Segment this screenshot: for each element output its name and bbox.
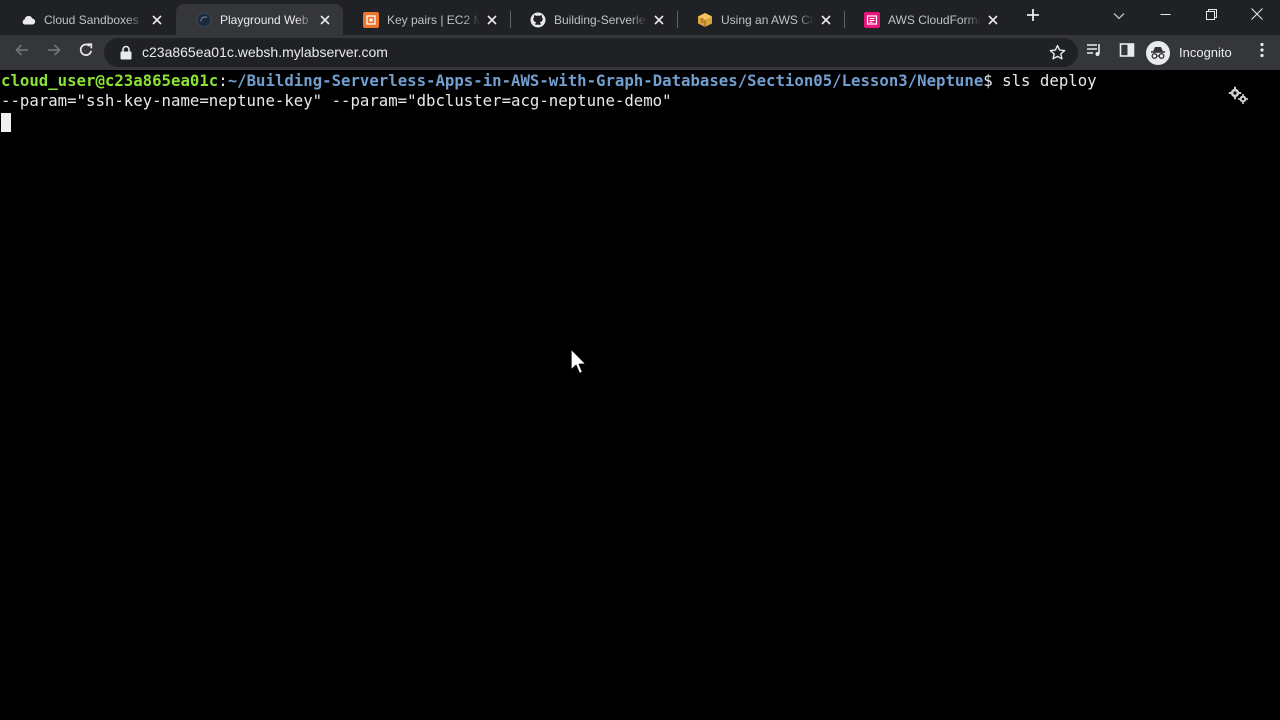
side-panel-icon bbox=[1119, 42, 1135, 63]
browser-window: Cloud Sandboxes - Playground Web Te Key … bbox=[0, 0, 1280, 720]
close-icon[interactable] bbox=[985, 12, 1001, 28]
minimize-icon bbox=[1160, 7, 1171, 25]
cloud-icon bbox=[20, 12, 36, 28]
close-icon[interactable] bbox=[149, 12, 165, 28]
terminal-tab-icon bbox=[196, 12, 212, 28]
reading-list-button[interactable] bbox=[1081, 38, 1109, 66]
tab-building-serverless-github[interactable]: Building-Serverless bbox=[510, 4, 677, 35]
tab-title: Playground Web Te bbox=[220, 12, 313, 27]
tab-using-aws-cloud[interactable]: Using an AWS Clou bbox=[677, 4, 844, 35]
prompt-path: ~/Building-Serverless-Apps-in-AWS-with-G… bbox=[227, 70, 984, 90]
prompt-user-host: cloud_user@c23a865ea01c bbox=[1, 70, 219, 90]
tab-search-button[interactable] bbox=[1096, 0, 1142, 32]
close-icon[interactable] bbox=[317, 12, 333, 28]
back-button[interactable] bbox=[8, 38, 36, 66]
github-icon bbox=[530, 12, 546, 28]
command-text: sls deploy bbox=[1002, 70, 1097, 90]
incognito-profile-button[interactable]: Incognito bbox=[1146, 39, 1232, 66]
mouse-pointer-icon bbox=[570, 348, 588, 375]
tab-strip: Cloud Sandboxes - Playground Web Te Key … bbox=[0, 0, 1280, 35]
tab-title: Building-Serverless bbox=[554, 12, 647, 27]
close-icon[interactable] bbox=[484, 12, 500, 28]
tab-title: AWS CloudFormatio bbox=[888, 12, 981, 27]
arrow-left-icon bbox=[14, 42, 30, 63]
terminal-settings-gear-icon[interactable] bbox=[1227, 86, 1251, 106]
tab-title: Using an AWS Clou bbox=[721, 12, 814, 27]
terminal-line: --param="ssh-key-name=neptune-key" --par… bbox=[1, 91, 1280, 112]
aws-cloudformation-icon bbox=[864, 11, 880, 28]
terminal-cursor bbox=[1, 112, 11, 132]
close-icon bbox=[1251, 7, 1263, 25]
lock-icon[interactable] bbox=[119, 45, 133, 60]
close-window-button[interactable] bbox=[1234, 0, 1280, 32]
tab-playground-web-terminal[interactable]: Playground Web Te bbox=[176, 4, 343, 35]
terminal-line: cloud_user@c23a865ea01c:~/Building-Serve… bbox=[1, 71, 1280, 92]
tab-title: Cloud Sandboxes - bbox=[44, 12, 145, 27]
arrow-right-icon bbox=[46, 42, 62, 63]
close-icon[interactable] bbox=[651, 12, 667, 28]
kebab-menu-icon bbox=[1260, 42, 1264, 63]
aws-box-icon bbox=[697, 12, 713, 28]
tab-cloud-sandboxes[interactable]: Cloud Sandboxes - bbox=[0, 4, 175, 35]
address-bar[interactable]: c23a865ea01c.websh.mylabserver.com bbox=[104, 38, 1078, 67]
close-icon[interactable] bbox=[818, 12, 834, 28]
prompt-separator: : bbox=[218, 70, 228, 90]
incognito-label: Incognito bbox=[1179, 45, 1232, 60]
bookmark-star-icon[interactable] bbox=[1049, 44, 1066, 61]
reading-list-icon bbox=[1086, 42, 1104, 63]
terminal-line bbox=[1, 112, 1280, 133]
new-tab-button[interactable] bbox=[1022, 6, 1044, 28]
chevron-down-icon bbox=[1113, 7, 1125, 25]
restore-icon bbox=[1205, 7, 1217, 25]
browser-menu-button[interactable] bbox=[1248, 38, 1276, 66]
prompt-symbol: $ bbox=[983, 70, 1003, 90]
reload-button[interactable] bbox=[72, 38, 100, 66]
tab-key-pairs-ec2[interactable]: Key pairs | EC2 Man bbox=[343, 4, 510, 35]
browser-toolbar: c23a865ea01c.websh.mylabserver.com Incog… bbox=[0, 35, 1280, 70]
reload-icon bbox=[78, 42, 94, 63]
side-panel-button[interactable] bbox=[1113, 38, 1141, 66]
plus-icon bbox=[1026, 8, 1040, 27]
aws-ec2-icon bbox=[363, 11, 379, 28]
minimize-button[interactable] bbox=[1142, 0, 1188, 32]
command-text-continued: --param="ssh-key-name=neptune-key" --par… bbox=[1, 91, 672, 110]
tab-title: Key pairs | EC2 Man bbox=[387, 12, 480, 27]
forward-button[interactable] bbox=[40, 38, 68, 66]
web-terminal[interactable]: cloud_user@c23a865ea01c:~/Building-Serve… bbox=[0, 70, 1280, 720]
url-text[interactable]: c23a865ea01c.websh.mylabserver.com bbox=[142, 38, 388, 67]
restore-button[interactable] bbox=[1188, 0, 1234, 32]
tab-aws-cloudformation[interactable]: AWS CloudFormatio bbox=[844, 4, 1011, 35]
incognito-icon bbox=[1146, 40, 1170, 65]
